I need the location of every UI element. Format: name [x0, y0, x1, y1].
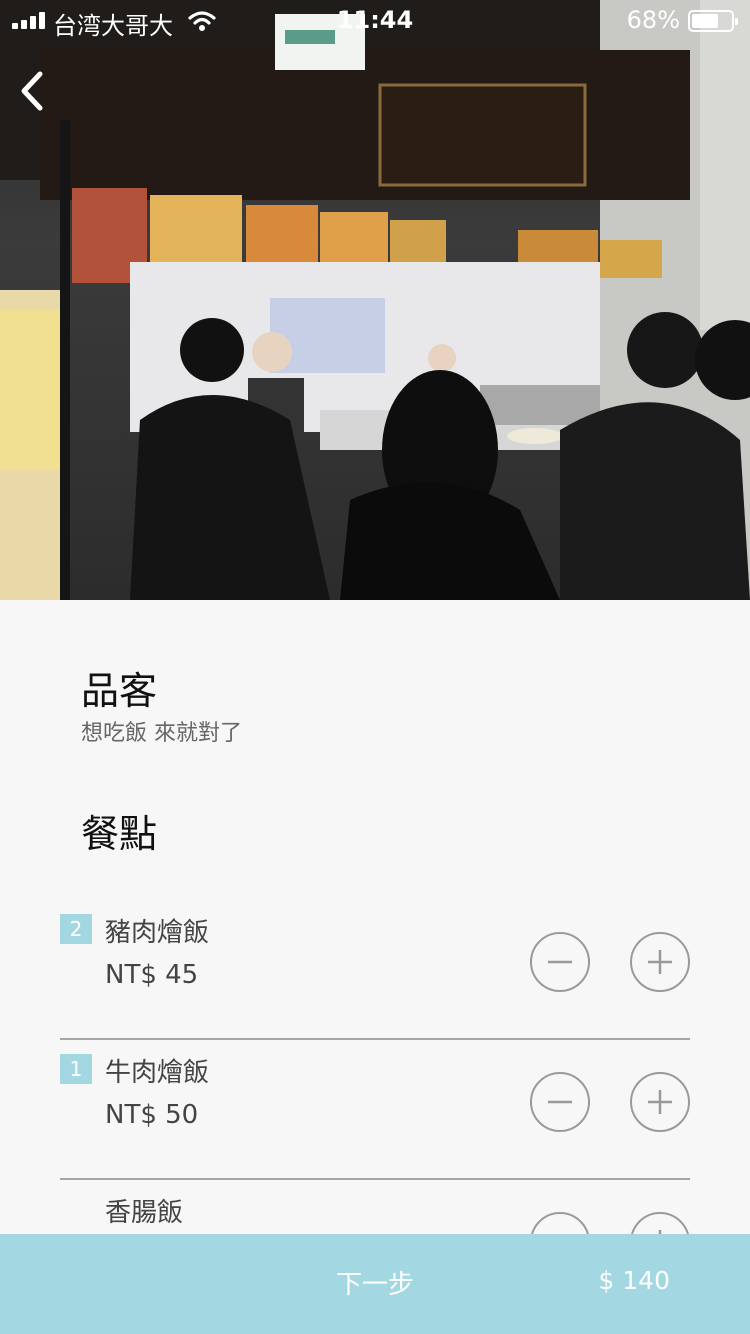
status-bar: 台湾大哥大 11:44 68% [0, 0, 750, 40]
decrease-quantity-button[interactable] [530, 1212, 590, 1234]
menu-item: 香腸飯 [60, 1180, 690, 1234]
order-total: $ 140 [598, 1266, 670, 1295]
chevron-left-icon [21, 71, 43, 111]
decrease-quantity-button[interactable] [530, 932, 590, 992]
store-photo [0, 0, 750, 600]
item-name: 豬肉燴飯 [105, 918, 210, 948]
item-name: 牛肉燴飯 [105, 1058, 210, 1088]
plus-icon [648, 950, 672, 974]
store-name: 品客 [81, 669, 158, 713]
back-button[interactable] [14, 66, 54, 116]
menu-item: 2 豬肉燴飯 NT$ 45 [60, 900, 690, 1040]
increase-quantity-button[interactable] [630, 1212, 690, 1234]
battery-icon [688, 10, 738, 32]
item-name: 香腸飯 [105, 1198, 184, 1228]
menu-section-title: 餐點 [81, 812, 158, 856]
plus-icon [648, 1090, 672, 1114]
battery-fill [692, 14, 718, 28]
item-price: NT$ 45 [105, 960, 199, 990]
store-tagline: 想吃飯 來就對了 [81, 721, 242, 746]
checkout-bar: 下一步 $ 140 [0, 1234, 750, 1334]
menu-list[interactable]: 2 豬肉燴飯 NT$ 45 1 牛肉燴飯 NT$ 50 香腸飯 [60, 900, 690, 1234]
battery-percentage: 68% [626, 6, 680, 34]
increase-quantity-button[interactable] [630, 1072, 690, 1132]
item-price: NT$ 50 [105, 1100, 199, 1130]
minus-icon [548, 1100, 572, 1104]
menu-item: 1 牛肉燴飯 NT$ 50 [60, 1040, 690, 1180]
minus-icon [532, 1214, 588, 1234]
decrease-quantity-button[interactable] [530, 1072, 590, 1132]
plus-icon [658, 1230, 662, 1234]
quantity-badge: 2 [60, 914, 92, 944]
minus-icon [548, 960, 572, 964]
quantity-badge: 1 [60, 1054, 92, 1084]
increase-quantity-button[interactable] [630, 932, 690, 992]
store-photo-illustration [0, 0, 750, 600]
